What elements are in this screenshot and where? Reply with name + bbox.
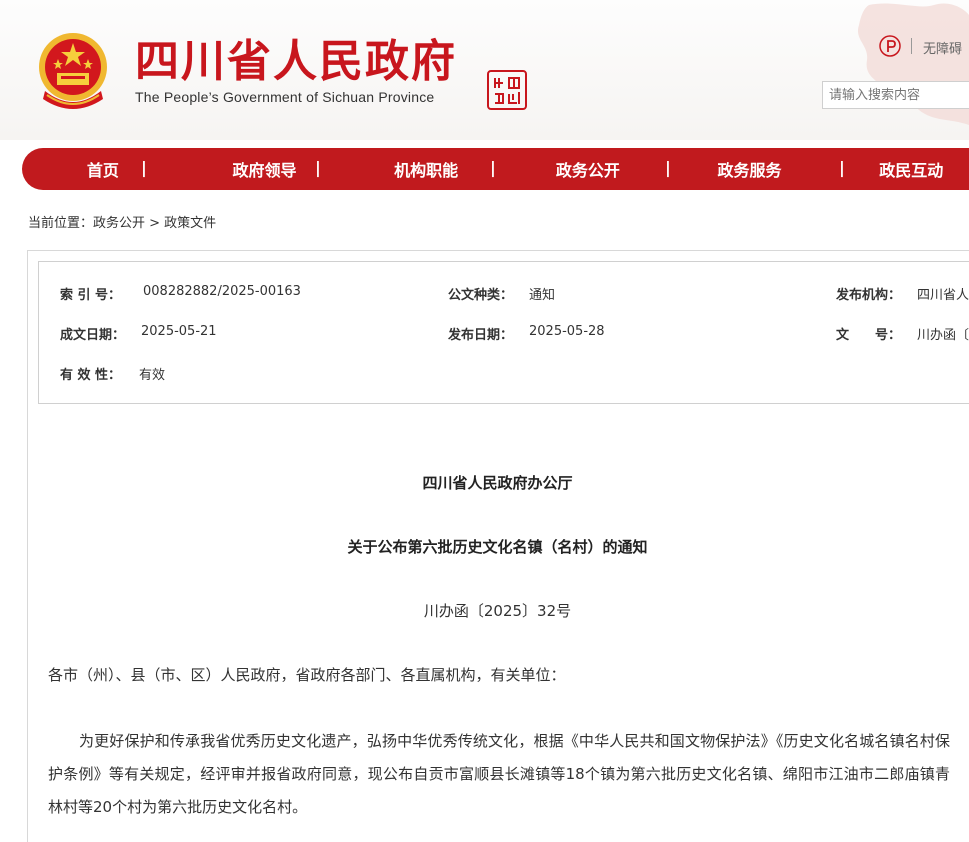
published-date-label: 发布日期： [448,328,514,343]
nav-separator: | [839,158,845,177]
search-input[interactable] [822,81,969,109]
doc-number-label: 文 号： [836,328,902,343]
seal-stamp-icon [487,70,527,110]
validity-value: 有效 [139,368,166,383]
created-date-value: 2025-05-21 [141,324,217,339]
nav-separator: | [315,158,321,177]
accessibility-link[interactable]: 无障碍 [923,38,962,57]
validity-label: 有 效 性： [60,368,122,383]
nav-separator: | [141,158,147,177]
nav-item-interaction[interactable]: 政民互动 [830,157,969,181]
national-emblem-icon [39,33,107,109]
header-divider [911,38,912,54]
site-subtitle: The People’s Government of Sichuan Provi… [135,89,435,105]
document-number: 川办函〔2025〕32号 [423,602,572,620]
site-title[interactable]: 四川省人民政府 [135,34,457,90]
doc-type-value: 通知 [529,288,556,303]
index-value: 008282882/2025-00163 [143,284,301,299]
breadcrumb-path[interactable]: 政务公开 > 政策文件 [93,216,216,231]
breadcrumb-prefix: 当前位置： [28,216,94,231]
doc-type-label: 公文种类： [448,288,514,303]
nav-separator: | [490,158,496,177]
nav-item-leaders[interactable]: 政府领导 [184,157,346,181]
index-label: 索 引 号： [60,288,122,303]
published-date-value: 2025-05-28 [529,324,605,339]
nav-item-home[interactable]: 首页 [22,157,184,181]
nav-item-services[interactable]: 政务服务 [669,157,831,181]
document-issuing-org: 四川省人民政府办公厅 [422,474,573,492]
breadcrumb: 当前位置：政务公开 > 政策文件 [28,212,216,231]
issuer-label: 发布机构： [836,288,902,303]
site-header: 四川省人民政府 The People’s Government of Sichu… [0,0,969,140]
nav-item-gov-affairs[interactable]: 政务公开 [507,157,669,181]
document-addressee: 各市（州）、县（市、区）人民政府，省政府各部门、各直属机构，有关单位： [48,666,566,684]
main-nav: 首页 政府领导 机构职能 政务公开 政务服务 政民互动 | | | | | [22,148,969,190]
nav-item-institutions[interactable]: 机构职能 [345,157,507,181]
nav-separator: | [665,158,671,177]
doc-number-value: 川办函〔 [917,328,969,343]
document-title: 关于公布第六批历史文化名镇（名村）的通知 [347,538,648,556]
issuer-value: 四川省人 [917,288,969,303]
pinyin-icon[interactable] [879,35,901,57]
created-date-label: 成文日期： [60,328,126,343]
document-paragraph: 为更好保护和传承我省优秀历史文化遗产，弘扬中华优秀传统文化，根据《中华人民共和国… [48,732,950,816]
